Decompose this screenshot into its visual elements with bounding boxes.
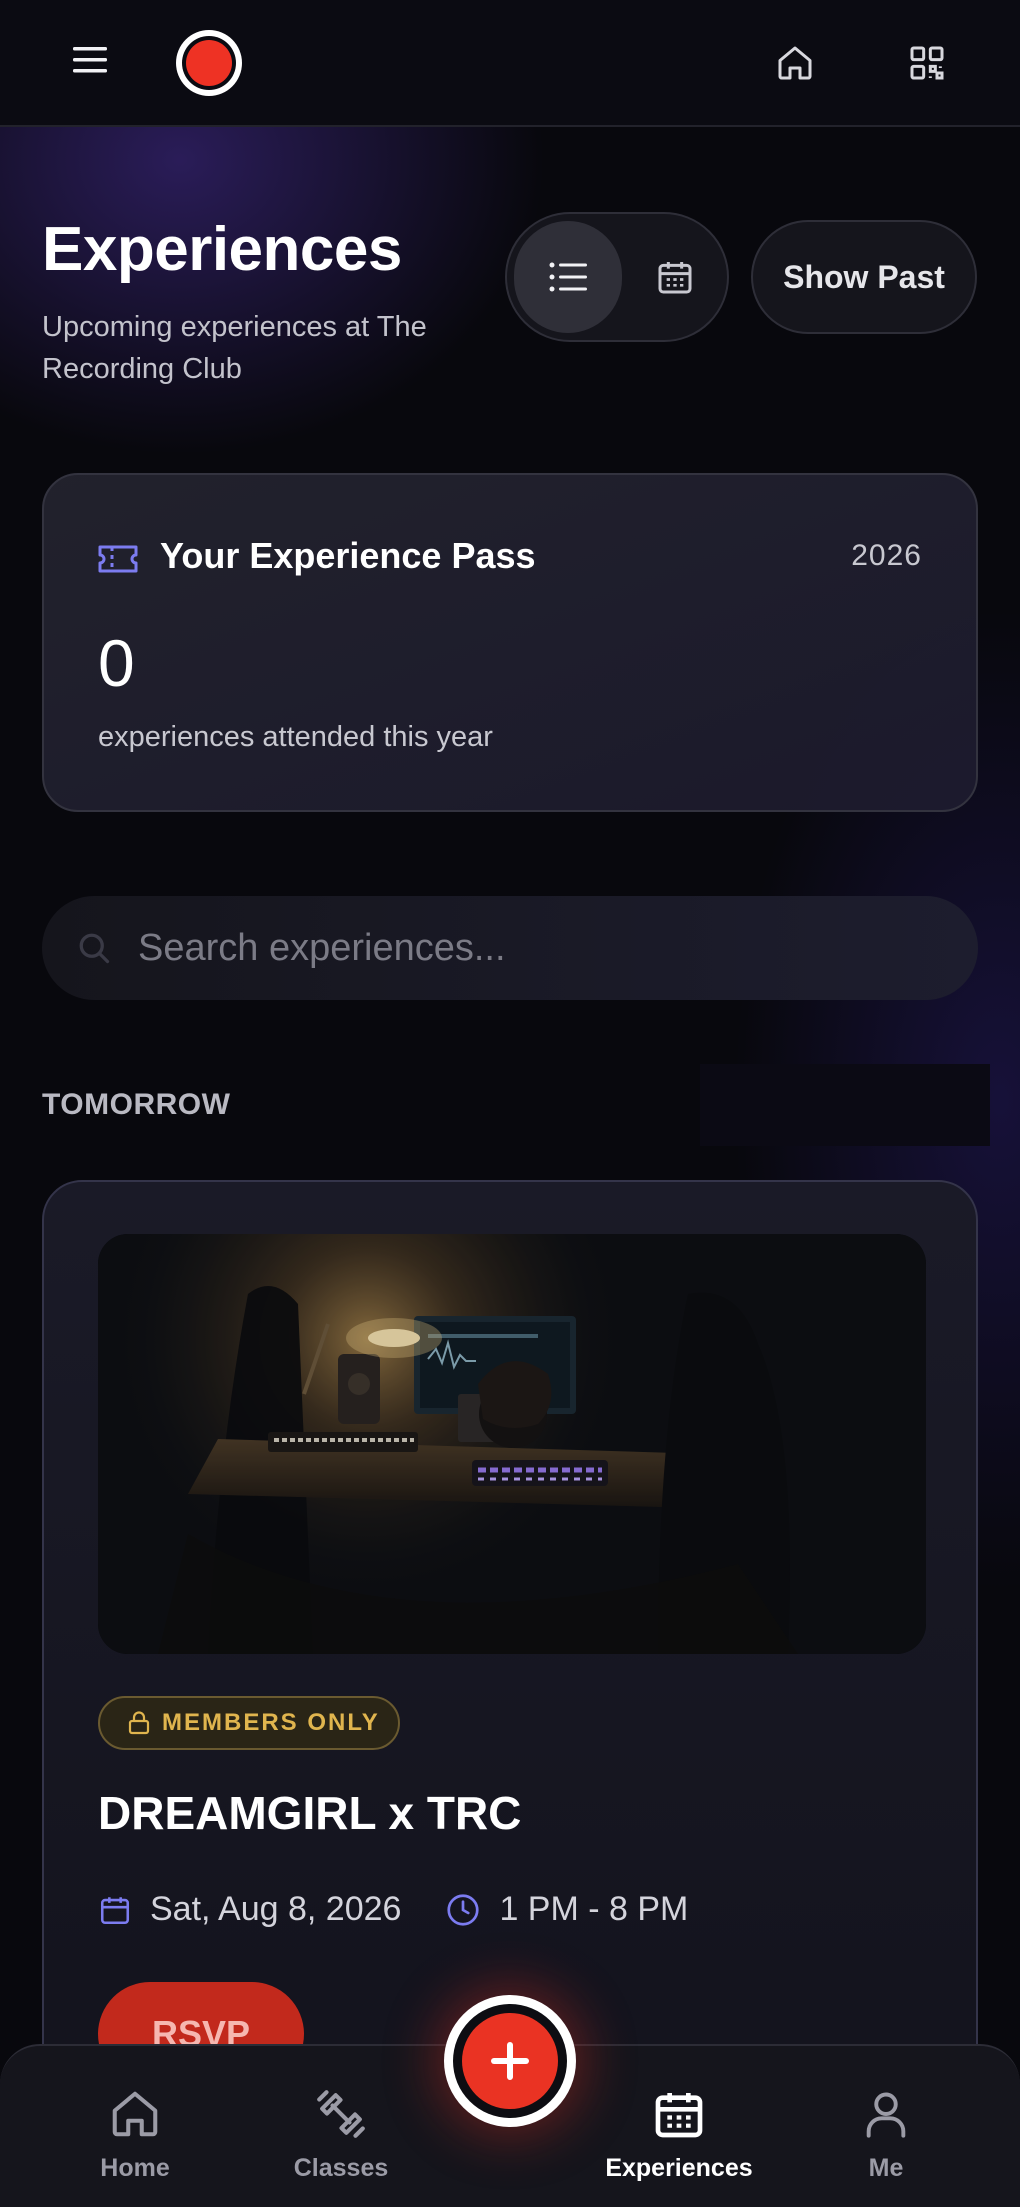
ticket-icon — [98, 545, 138, 573]
pass-caption: experiences attended this year — [98, 721, 493, 753]
search-icon — [79, 933, 110, 964]
search-input[interactable] — [138, 914, 938, 982]
qr-code-button[interactable] — [894, 30, 960, 96]
view-toggle — [505, 212, 729, 342]
calendar-icon — [655, 2093, 703, 2138]
home-icon — [778, 46, 812, 80]
list-icon — [549, 262, 587, 292]
section-label: TOMORROW — [42, 1088, 231, 1121]
calendar-icon — [98, 1893, 132, 1927]
pass-title: Your Experience Pass — [160, 535, 536, 576]
event-meta: Sat, Aug 8, 2026 1 PM - 8 PM — [98, 1890, 688, 1929]
nav-item-experiences[interactable]: Experiences — [579, 2084, 779, 2183]
badge-label: MEMBERS ONLY — [162, 1709, 380, 1736]
section-shade — [700, 1064, 990, 1146]
lock-icon — [128, 1711, 150, 1735]
page-subtitle: Upcoming experiences at The Recording Cl… — [42, 311, 427, 385]
show-past-button[interactable]: Show Past — [751, 220, 977, 334]
calendar-view-button[interactable] — [627, 221, 723, 333]
pass-count: 0 — [98, 626, 135, 700]
plus-icon — [491, 2042, 529, 2080]
event-title: DREAMGIRL x TRC — [98, 1787, 522, 1839]
clock-icon — [445, 1892, 481, 1928]
page-title: Experiences — [42, 215, 402, 284]
members-only-badge: MEMBERS ONLY — [98, 1696, 400, 1750]
nav-label-me: Me — [868, 2154, 904, 2182]
home-icon — [112, 2091, 158, 2137]
nav-label-experiences: Experiences — [605, 2154, 753, 2182]
event-time: 1 PM - 8 PM — [499, 1890, 689, 1928]
nav-label-home: Home — [100, 2154, 170, 2182]
nav-label-classes: Classes — [293, 2154, 389, 2182]
app-logo[interactable] — [176, 30, 242, 96]
pass-year: 2026 — [851, 539, 922, 572]
top-bar — [0, 0, 1020, 127]
menu-icon — [73, 47, 107, 73]
event-image[interactable] — [98, 1234, 926, 1654]
user-icon — [866, 2092, 906, 2138]
search-bar — [42, 896, 978, 1000]
qr-code-icon — [910, 46, 944, 80]
nav-item-me[interactable]: Me — [806, 2084, 966, 2183]
add-button[interactable] — [444, 1995, 576, 2127]
nav-item-classes[interactable]: Classes — [261, 2084, 421, 2183]
experience-pass-card: Your Experience Pass 2026 0 experiences … — [42, 473, 978, 812]
dumbbell-icon — [317, 2090, 365, 2138]
event-date: Sat, Aug 8, 2026 — [150, 1890, 402, 1928]
nav-item-home[interactable]: Home — [55, 2084, 215, 2183]
home-top-button[interactable] — [762, 30, 828, 96]
calendar-icon — [658, 262, 692, 294]
menu-button[interactable] — [58, 28, 122, 92]
list-view-button[interactable] — [514, 221, 622, 333]
studio-scene-image — [98, 1234, 926, 1654]
